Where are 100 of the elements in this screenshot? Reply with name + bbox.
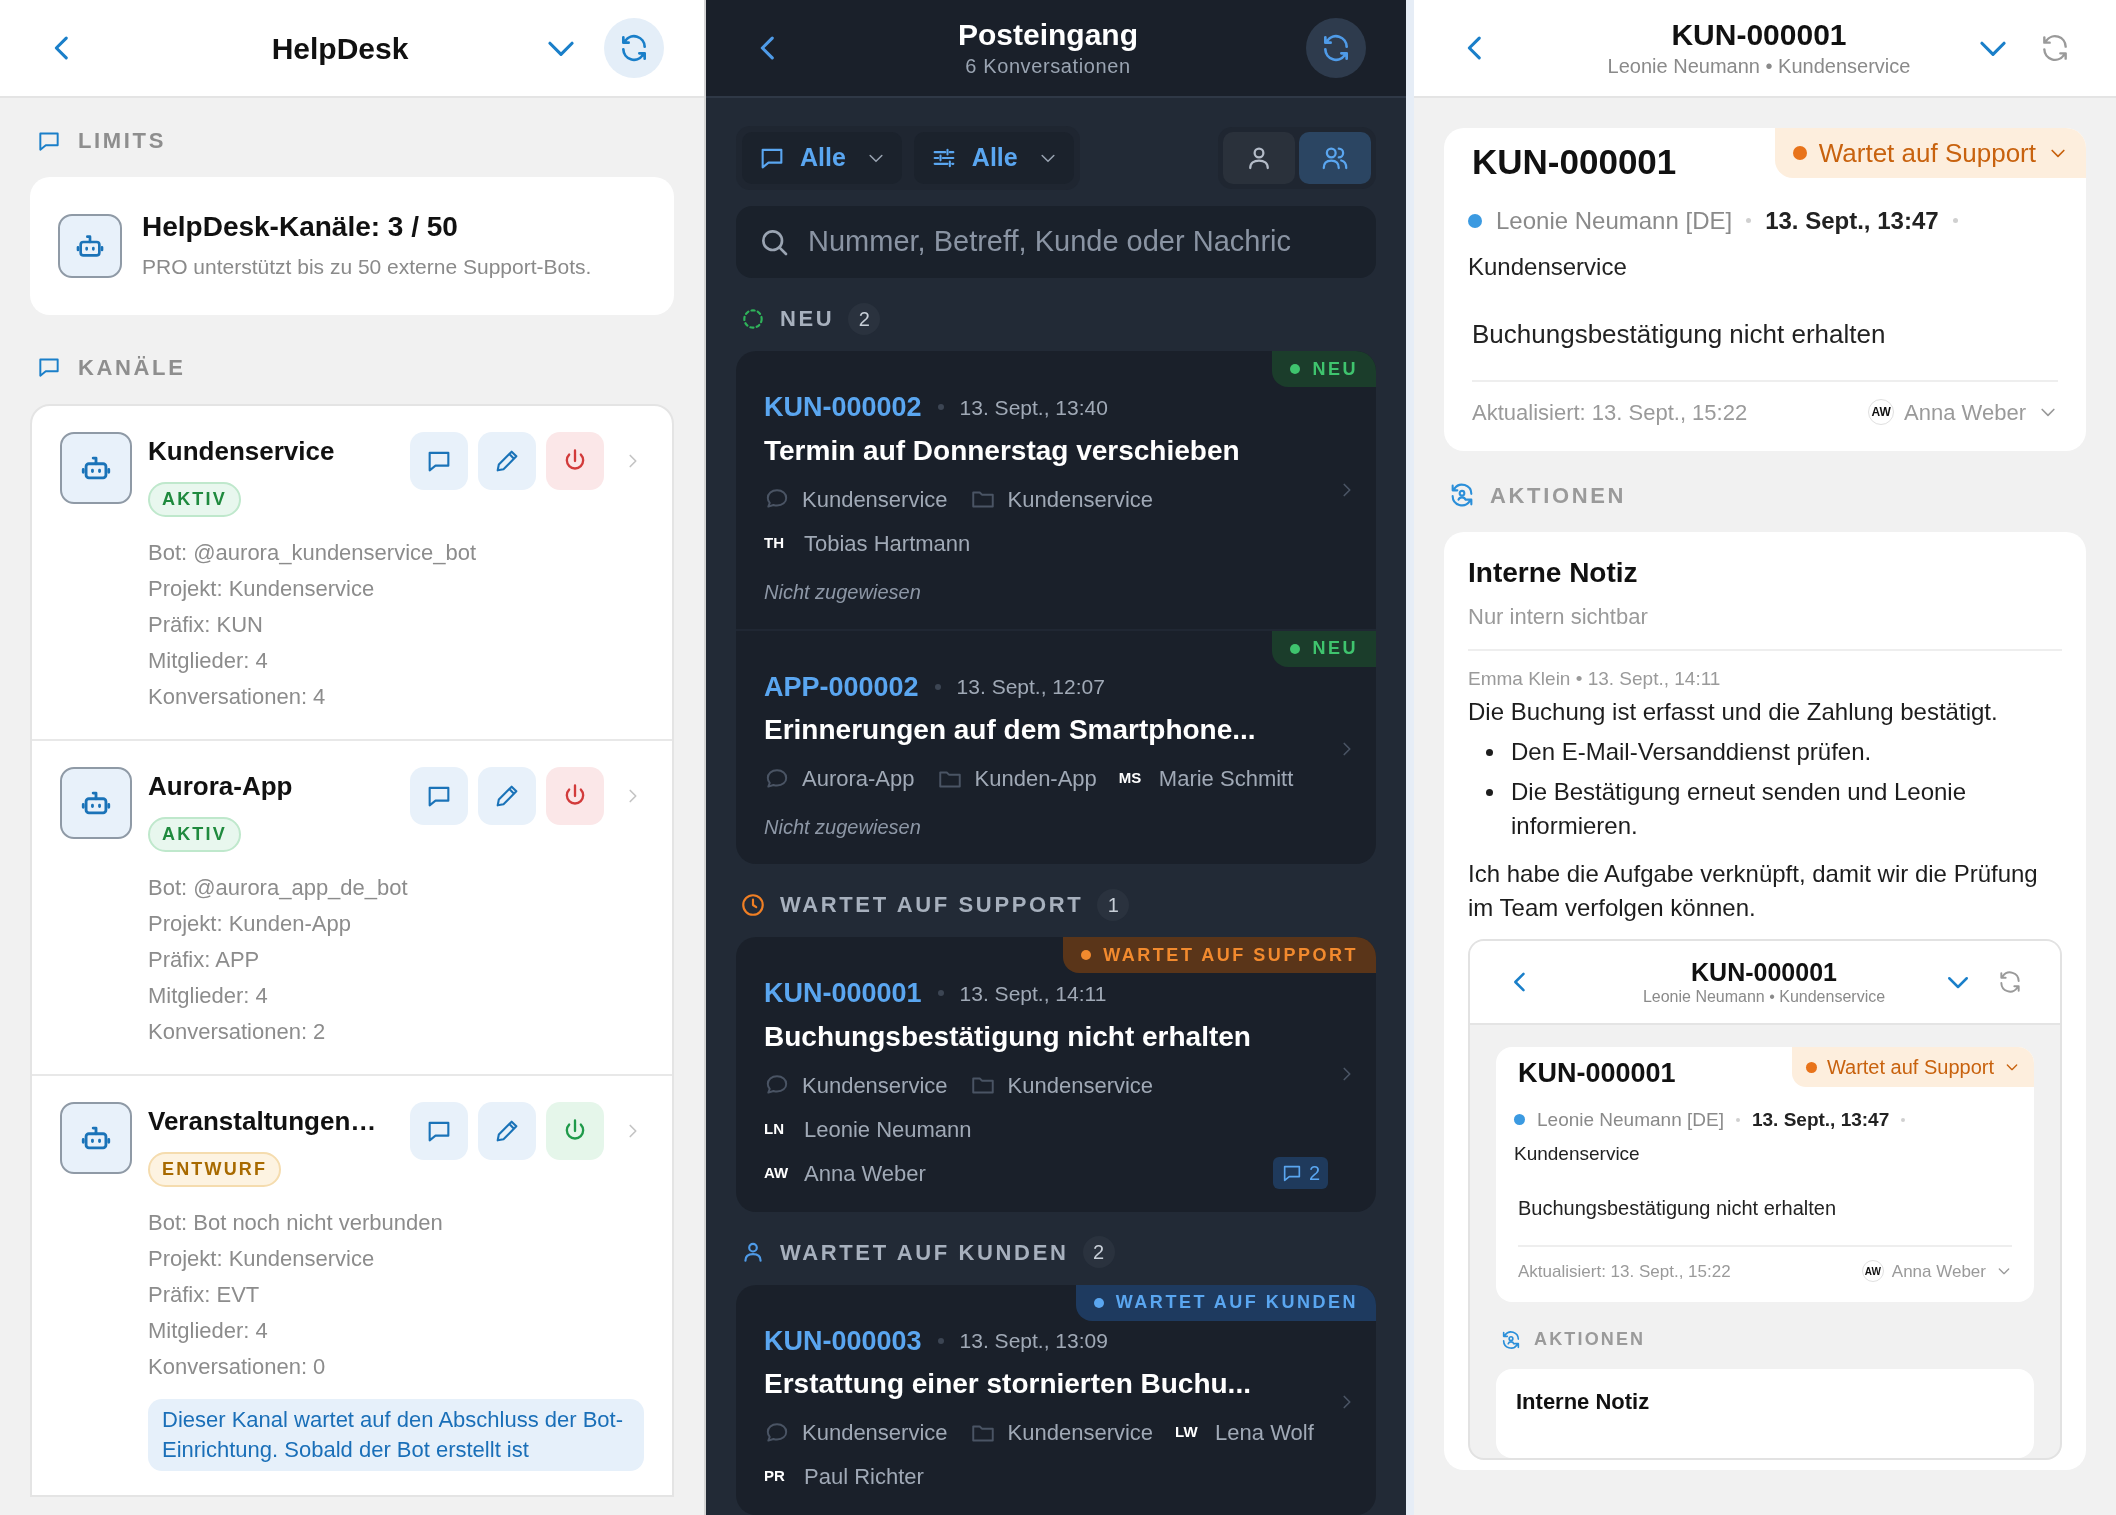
ticket-subject: Termin auf Donnerstag verschieben [764,433,1241,468]
status-dropdown[interactable]: Wartet auf Support [1791,1047,2034,1087]
group-count: 2 [1082,1236,1115,1268]
channel-detail: Bot: Bot noch nicht verbunden [148,1208,444,1237]
customer-name: Leonie Neumann [DE] [1537,1107,1724,1132]
channel-name: Kundenservice [148,434,335,468]
status-dropdown[interactable]: Wartet auf Support [1774,128,2086,178]
refresh-icon [1997,969,2023,995]
limit-title: HelpDesk-Kanäle: 3 / 50 [142,210,459,244]
customer-name: Leonie Neumann [DE] [1496,205,1733,236]
assignee-dropdown[interactable]: AW Anna Weber [1861,1258,2012,1284]
bullet-icon [1486,749,1493,756]
refresh-button[interactable] [604,18,664,78]
chat-button[interactable] [410,1101,468,1160]
assignee-status: Nicht zugewiesen [764,579,921,605]
list-item-text: Den E-Mail-Versanddienst prüfen. [1511,737,1872,767]
screen-title: KUN-000001 [1691,957,1837,987]
filter-dropdown[interactable]: Alle [742,132,902,184]
channel-name: Aurora-App [148,769,293,803]
project-name: Kundenservice [1007,1419,1154,1447]
group-label: WARTET AUF SUPPORT [780,891,1084,919]
personal-view-button[interactable] [1223,132,1295,184]
status-badge: WARTET AUF KUNDEN [1075,1284,1376,1321]
ticket-subject: Buchungsbestätigung nicht erhalten [1517,1195,1837,1221]
conversation-item[interactable]: NEU APP-000002 13. Sept., 12:07 Erinnerungen auf dem Smartphone... Aurora-App Kunden-App MS Marie Schmitt Nicht zugewiesen [736,628,1376,864]
clock-icon [740,891,766,918]
person-name: Leonie Neumann [804,1115,972,1144]
avatar-initials: AW [1861,1260,1884,1283]
conversation-item[interactable]: NEU KUN-000002 13. Sept., 13:40 Termin auf Donnerstag verschieben Kundenservice Kundenservice TH Tobias Hartmann Nicht zugewiesen [736,351,1376,629]
channel-detail: Bot: @aurora_kundenservice_bot [148,538,478,567]
avatar-initials: MS [1118,768,1143,789]
avatar-initials: TH [764,532,785,553]
power-button[interactable] [546,431,604,490]
channel-detail: Konversationen: 0 [148,1352,327,1381]
power-button[interactable] [546,766,604,825]
assignee-name: Anna Weber [1904,398,2026,427]
channel-detail: Konversationen: 4 [148,682,327,711]
channel-detail: Konversationen: 2 [148,1017,327,1046]
channel-name: Kundenservice [802,1419,948,1447]
ticket-number: KUN-000001 [1517,1057,1677,1090]
list-item-text: Die Bestätigung erneut senden und Leonie informieren. [1511,777,1967,841]
ticket-time: 13. Sept., 13:09 [959,1328,1108,1354]
ticket-number: KUN-000001 [764,977,922,1010]
filter-dropdown[interactable]: Alle [913,132,1074,184]
group-count: 1 [1097,888,1130,921]
avatar-initials: LN [764,1118,785,1139]
channel-detail: Mitglieder: 4 [148,981,269,1010]
power-button[interactable] [546,1101,604,1160]
person-name: Anna Weber [804,1159,926,1188]
ticket-number: APP-000002 [764,670,919,704]
chat-button[interactable] [410,431,468,490]
avatar-initials: AW [1868,399,1895,425]
note-title: Interne Notiz [1468,555,1639,590]
section-label: KANÄLE [78,353,186,382]
edit-button[interactable] [478,1101,536,1160]
person-name: Paul Richter [804,1463,924,1491]
channel-name: Kundenservice [1514,1142,1641,1166]
channel-detail: Präfix: KUN [148,610,264,639]
channel-detail: Präfix: APP [148,945,261,974]
note-text: Ich habe die Aufgabe verknüpft, damit wir die Prüfung im Team verfolgen können. [1468,859,2039,923]
ticket-number: KUN-000003 [764,1324,922,1358]
chat-button[interactable] [410,766,468,825]
notice-text: Dieser Kanal wartet auf den Abschluss der Bot-Einrichtung. Sobald der Bot erstellt ist [148,1398,644,1471]
avatar-initials: LW [1175,1422,1199,1443]
note-title: Interne Notiz [1516,1388,1651,1416]
search-field[interactable]: Nummer, Betreff, Kunde oder Nachric [808,220,1354,264]
status-badge: WARTET AUF SUPPORT [1063,937,1376,973]
assignee-dropdown[interactable]: AW Anna Weber [1868,395,2058,429]
team-view-button[interactable] [1299,132,1371,184]
channel-name: Veranstaltungen… [148,1104,377,1138]
status-badge: NEU [1272,351,1376,387]
edit-button[interactable] [478,766,536,825]
conversation-item[interactable]: WARTET AUF KUNDEN KUN-000003 13. Sept., 13:09 Erstattung einer stornierten Buchu... Kundenservice Kundenservice LW Lena Wolf PR Paul Richter [736,1284,1376,1515]
channel-name: Kundenservice [802,1071,948,1100]
screen-subtitle: 6 Konversationen [965,54,1131,79]
channel-detail: Mitglieder: 4 [148,1316,269,1345]
bullet-icon [1486,789,1493,796]
screen-title: KUN-000001 [1671,17,1847,53]
project-name: Kundenservice [1007,485,1154,514]
channel-detail: Bot: @aurora_app_de_bot [148,873,409,902]
screen-subtitle: Leonie Neumann • Kundenservice [1642,987,1886,1007]
message-count: 2 [1308,1161,1320,1186]
project-name: Kundenservice [1007,1071,1154,1100]
refresh-button[interactable] [1306,18,1366,78]
screen-title: HelpDesk [270,30,410,67]
conversation-item[interactable]: WARTET AUF SUPPORT KUN-000001 13. Sept., 14:11 Buchungsbestätigung nicht erhalten Kundenservice Kundenservice LN Leonie Neumann AW Anna Weber 2 [736,937,1376,1212]
status-badge: AKTIV [148,481,241,517]
updated-time: Aktualisiert: 13. Sept., 15:22 [1472,398,1749,427]
search-bar[interactable]: Nummer, Betreff, Kunde oder Nachric [736,206,1376,278]
person-name: Marie Schmitt [1158,765,1294,793]
ticket-time: 13. Sept., 13:47 [1765,205,1939,236]
group-label: WARTET AUF KUNDEN [780,1238,1069,1267]
project-name: Kunden-App [974,765,1097,793]
avatar-initials: AW [764,1162,790,1183]
ticket-number: KUN-000001 [1471,141,1678,183]
edit-button[interactable] [478,431,536,490]
ticket-time: 13. Sept., 12:07 [956,674,1105,700]
updated-time: Aktualisiert: 13. Sept., 15:22 [1518,1260,1732,1283]
person-name: Tobias Hartmann [804,529,971,558]
status-badge: AKTIV [148,816,241,852]
